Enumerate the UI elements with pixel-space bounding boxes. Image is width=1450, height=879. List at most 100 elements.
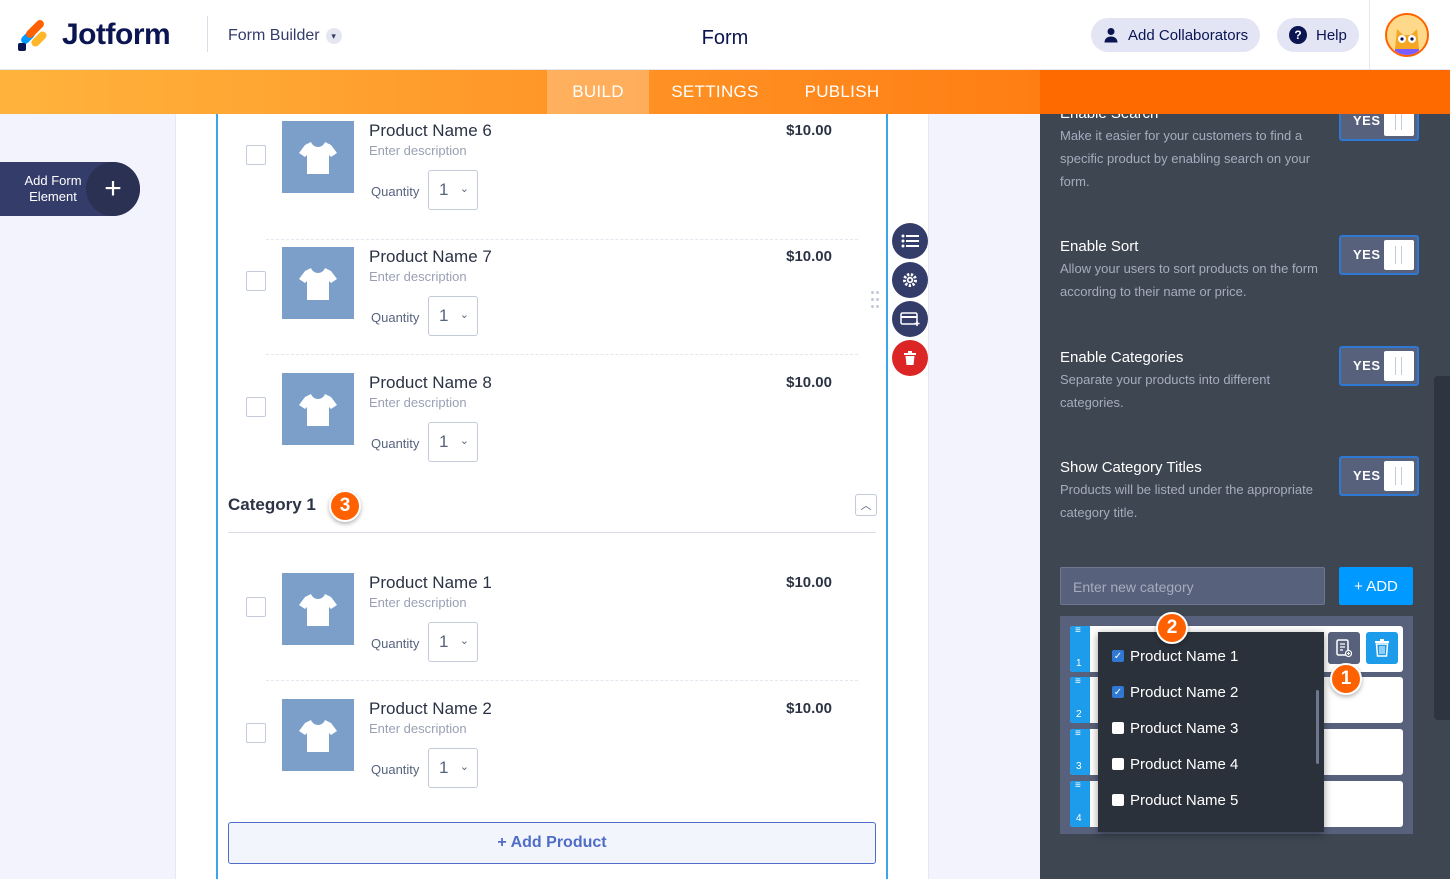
tshirt-icon — [299, 594, 337, 626]
help-button[interactable]: ? Help — [1277, 18, 1359, 52]
top-header: Jotform Form Builder ▾ Form Add Collabor… — [0, 0, 1450, 70]
quantity-select[interactable]: 1 ⌄ — [428, 748, 478, 788]
product-price: $10.00 — [786, 122, 832, 139]
dropdown-option[interactable]: Product Name 5 — [1112, 790, 1238, 810]
product-name[interactable]: Product Name 8 — [369, 373, 492, 393]
product-description[interactable]: Enter description — [369, 269, 467, 284]
jotform-logo[interactable]: Jotform — [18, 18, 171, 52]
toggle-label: YES — [1353, 358, 1381, 373]
toggle-label: YES — [1353, 247, 1381, 262]
add-form-element-button[interactable]: Add Form Element + — [0, 162, 140, 216]
product-item: Product Name 6 Enter description $10.00 … — [218, 114, 858, 240]
product-description[interactable]: Enter description — [369, 721, 467, 736]
product-image — [282, 573, 354, 645]
quantity-label: Quantity — [371, 184, 420, 199]
credit-card-icon — [900, 312, 920, 326]
product-checkbox[interactable] — [246, 271, 266, 291]
user-avatar[interactable] — [1385, 13, 1429, 57]
option-title: Enable Sort — [1060, 238, 1139, 255]
product-price: $10.00 — [786, 700, 832, 717]
product-item: Product Name 2 Enter description $10.00 … — [218, 681, 858, 807]
checkbox-checked-icon[interactable]: ✓ — [1112, 686, 1124, 698]
drag-handle[interactable]: ≡ 4 — [1070, 781, 1090, 827]
product-list-field[interactable]: Product Name 6 Enter description $10.00 … — [216, 114, 888, 879]
new-category-input[interactable]: Enter new category — [1060, 567, 1325, 605]
checkbox-icon[interactable] — [1112, 758, 1124, 770]
option-show-category-titles: Show Category Titles Products will be li… — [1060, 459, 1330, 524]
document-edit-icon — [1336, 639, 1352, 657]
option-enable-categories: Enable Categories Separate your products… — [1060, 349, 1330, 414]
product-image — [282, 373, 354, 445]
tab-settings[interactable]: SETTINGS — [662, 70, 768, 114]
plus-icon: + — [86, 162, 140, 216]
delete-category-button[interactable] — [1366, 632, 1398, 664]
settings-button[interactable] — [892, 262, 928, 298]
dropdown-option[interactable]: Product Name 4 — [1112, 754, 1238, 774]
chevron-down-icon: ▾ — [325, 28, 342, 44]
drag-handle-icon[interactable] — [871, 291, 879, 311]
quantity-select[interactable]: 1 ⌄ — [428, 170, 478, 210]
assign-products-button[interactable] — [1328, 632, 1360, 664]
properties-list-button[interactable] — [892, 223, 928, 259]
add-form-element-label: Add Form Element — [24, 173, 82, 204]
category-collapse-button[interactable]: ︿ — [855, 494, 877, 516]
product-name[interactable]: Product Name 6 — [369, 121, 492, 141]
product-checkbox[interactable] — [246, 145, 266, 165]
dropdown-option[interactable]: Product Name 3 — [1112, 718, 1238, 738]
product-description[interactable]: Enter description — [369, 143, 467, 158]
logo-text: Jotform — [62, 18, 171, 51]
product-description[interactable]: Enter description — [369, 395, 467, 410]
add-collaborators-label: Add Collaborators — [1128, 26, 1249, 44]
delete-field-button[interactable] — [892, 340, 928, 376]
toggle-enable-categories[interactable]: YES — [1339, 346, 1419, 386]
form-builder-label: Form Builder — [228, 27, 320, 44]
checkbox-icon[interactable] — [1112, 794, 1124, 806]
drag-lines-icon: ≡ — [1075, 780, 1081, 791]
product-checkbox[interactable] — [246, 723, 266, 743]
quantity-label: Quantity — [371, 436, 420, 451]
dropdown-scrollbar[interactable] — [1316, 690, 1319, 764]
toggle-knob — [1384, 351, 1414, 381]
payment-settings-button[interactable] — [892, 301, 928, 337]
dropdown-option-label: Product Name 4 — [1130, 755, 1239, 773]
add-product-button[interactable]: + Add Product — [228, 822, 876, 864]
add-collaborators-button[interactable]: Add Collaborators — [1091, 18, 1261, 52]
quantity-label: Quantity — [371, 636, 420, 651]
option-enable-sort: Enable Sort Allow your users to sort pro… — [1060, 238, 1330, 303]
trash-icon — [1375, 639, 1389, 657]
drag-handle[interactable]: ≡ 1 — [1070, 626, 1090, 672]
option-description: Allow your users to sort products on the… — [1060, 261, 1318, 299]
category-title[interactable]: Category 1 — [228, 495, 316, 515]
form-builder-dropdown[interactable]: Form Builder ▾ — [228, 27, 342, 45]
toggle-enable-sort[interactable]: YES — [1339, 235, 1419, 275]
checkbox-checked-icon[interactable]: ✓ — [1112, 650, 1124, 662]
product-checkbox[interactable] — [246, 597, 266, 617]
product-item: Product Name 7 Enter description $10.00 … — [218, 229, 858, 355]
add-category-button[interactable]: + ADD — [1339, 567, 1413, 605]
tab-publish[interactable]: PUBLISH — [795, 70, 889, 114]
product-description[interactable]: Enter description — [369, 595, 467, 610]
tab-build[interactable]: BUILD — [547, 70, 649, 114]
dropdown-option[interactable]: ✓ Product Name 2 — [1112, 682, 1238, 702]
checkbox-icon[interactable] — [1112, 722, 1124, 734]
step-badge-3: 3 — [329, 490, 361, 522]
option-title: Show Category Titles — [1060, 459, 1202, 476]
product-price: $10.00 — [786, 574, 832, 591]
panel-scrollbar[interactable] — [1434, 376, 1450, 720]
quantity-select[interactable]: 1 ⌄ — [428, 422, 478, 462]
quantity-select[interactable]: 1 ⌄ — [428, 622, 478, 662]
tshirt-icon — [299, 720, 337, 752]
product-name[interactable]: Product Name 7 — [369, 247, 492, 267]
product-name[interactable]: Product Name 2 — [369, 699, 492, 719]
product-name[interactable]: Product Name 1 — [369, 573, 492, 593]
gear-icon — [903, 273, 917, 287]
option-description: Products will be listed under the approp… — [1060, 482, 1313, 520]
quantity-select[interactable]: 1 ⌄ — [428, 296, 478, 336]
dropdown-option-label: Product Name 3 — [1130, 719, 1239, 737]
drag-handle[interactable]: ≡ 3 — [1070, 729, 1090, 775]
drag-handle[interactable]: ≡ 2 — [1070, 677, 1090, 723]
toggle-show-category-titles[interactable]: YES — [1339, 456, 1419, 496]
product-checkbox[interactable] — [246, 397, 266, 417]
product-price: $10.00 — [786, 374, 832, 391]
dropdown-option[interactable]: ✓ Product Name 1 — [1112, 646, 1238, 666]
